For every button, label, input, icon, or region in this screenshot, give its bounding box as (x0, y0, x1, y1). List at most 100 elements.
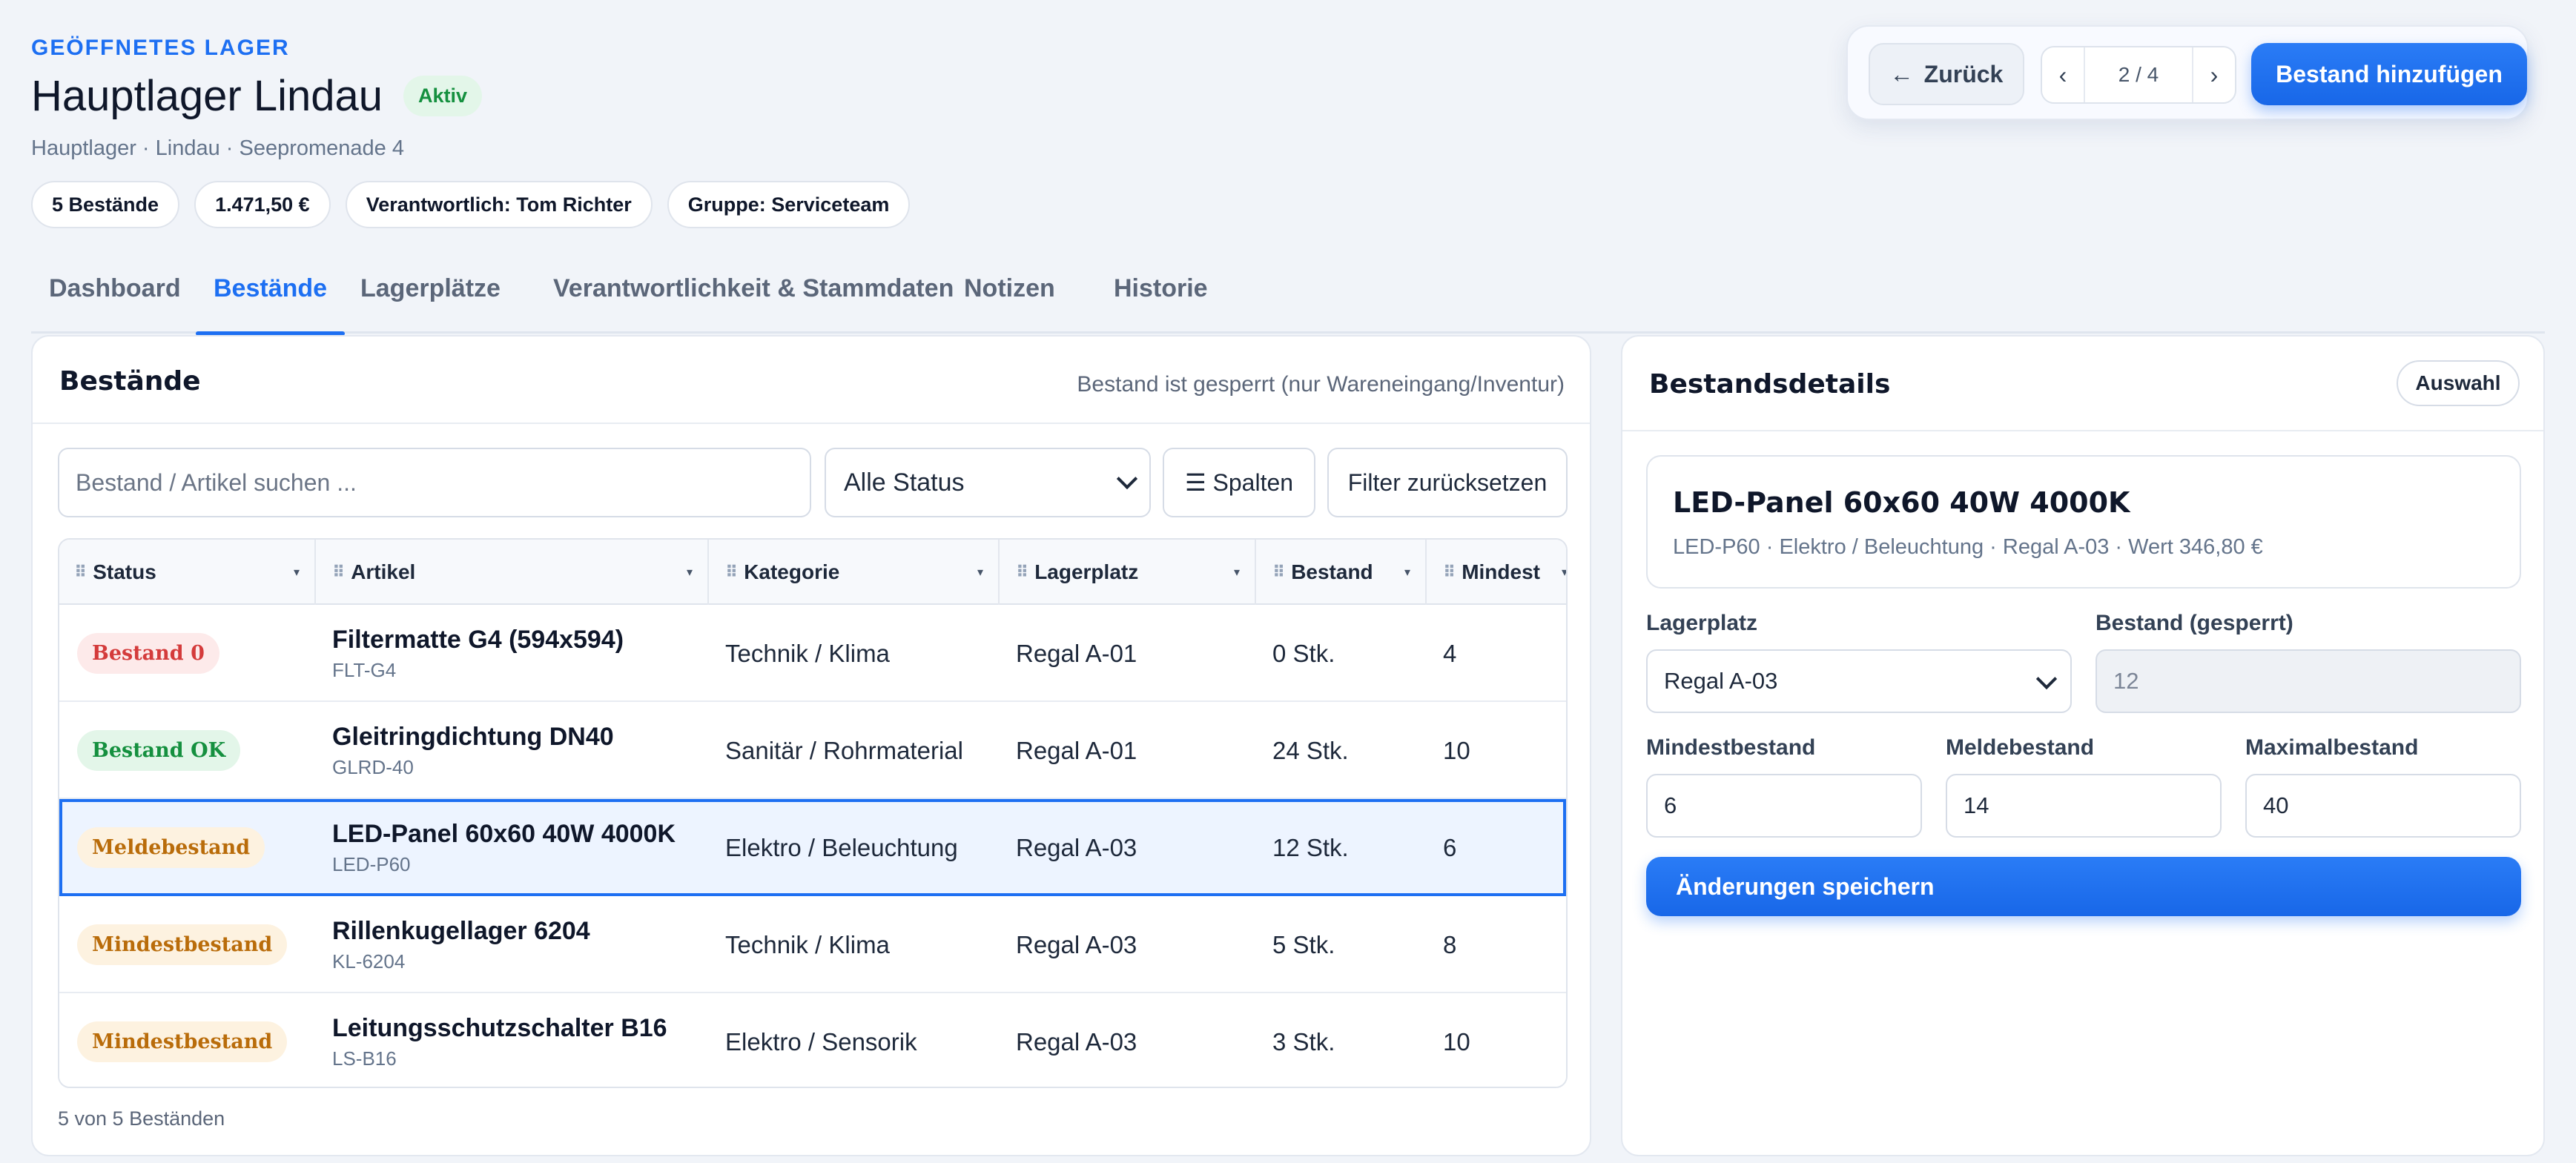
column-header-label: Artikel (351, 560, 416, 583)
stock-locked-label: Bestand (gesperrt) (2096, 611, 2293, 635)
max-stock-input[interactable]: 40 (2245, 774, 2521, 838)
table-row[interactable]: Mindestbestand Leitungsschutzschalter B1… (59, 993, 1566, 1087)
location-select[interactable]: Regal A-03 (1646, 649, 2072, 713)
stock-cell: 3 Stk. (1272, 1027, 1335, 1056)
selected-item-card: LED-Panel 60x60 40W 4000K LED-P60 · Elek… (1646, 455, 2521, 589)
min-cell: 8 (1443, 930, 1457, 958)
stock-cell: 12 Stk. (1272, 833, 1349, 861)
status-pill: Mindestbestand (77, 1021, 288, 1062)
tab-dashboard[interactable]: Dashboard (31, 264, 199, 334)
columns-button[interactable]: ☰ Spalten (1163, 448, 1315, 517)
article-name: Gleitringdichtung DN40 (332, 722, 614, 751)
chip-responsible: Verantwortlich: Tom Richter (345, 181, 653, 228)
drag-handle-icon[interactable]: ⠿ (1016, 563, 1028, 582)
result-count: 5 von 5 Beständen (58, 1107, 225, 1130)
category-cell: Elektro / Beleuchtung (725, 833, 958, 861)
min-cell: 10 (1443, 1027, 1470, 1056)
table-header: ⠿ Status ▾ ⠿ Artikel ▾ ⠿ Kategorie ▾ ⠿ L… (59, 540, 1566, 605)
pager-position: 2 / 4 (2084, 47, 2193, 102)
lock-note: Bestand ist gesperrt (nur Wareneingang/I… (1077, 372, 1565, 397)
sort-caret-icon[interactable]: ▾ (294, 565, 300, 580)
column-header-bestand[interactable]: ⠿ Bestand ▾ (1256, 540, 1427, 605)
table-row-selected[interactable]: Meldebestand LED-Panel 60x60 40W 4000K L… (59, 799, 1566, 896)
status-filter-value: Alle Status (844, 468, 965, 497)
pager-prev-button[interactable]: ‹ (2042, 47, 2084, 102)
record-pager: ‹ 2 / 4 › (2041, 46, 2236, 104)
add-stock-button[interactable]: Bestand hinzufügen (2251, 43, 2527, 105)
pager-next-button[interactable]: › (2193, 47, 2235, 102)
tab-lagerplaetze[interactable]: Lagerplätze (343, 264, 518, 334)
category-cell: Elektro / Sensorik (725, 1027, 917, 1056)
table-row[interactable]: Mindestbestand Rillenkugellager 6204 KL-… (59, 896, 1566, 993)
column-header-artikel[interactable]: ⠿ Artikel ▾ (316, 540, 709, 605)
drag-handle-icon[interactable]: ⠿ (725, 563, 738, 582)
min-cell: 6 (1443, 833, 1457, 861)
article-name: Leitungsschutzschalter B16 (332, 1013, 667, 1042)
column-header-mindest[interactable]: ⠿ Mindest ▾ (1427, 540, 1566, 605)
status-cell: Mindestbestand (77, 993, 288, 1087)
selected-item-title: LED-Panel 60x60 40W 4000K (1673, 486, 2130, 519)
sort-caret-icon[interactable]: ▾ (1562, 565, 1566, 580)
tab-historie[interactable]: Historie (1096, 264, 1226, 334)
table-row[interactable]: Bestand 0 Filtermatte G4 (594x594) FLT-G… (59, 605, 1566, 702)
sort-caret-icon[interactable]: ▾ (1404, 565, 1410, 580)
inventory-table: ⠿ Status ▾ ⠿ Artikel ▾ ⠿ Kategorie ▾ ⠿ L… (58, 538, 1568, 1088)
status-cell: Mindestbestand (77, 896, 288, 993)
article-name: Rillenkugellager 6204 (332, 916, 590, 945)
article-code: LED-P60 (332, 852, 411, 875)
status-pill: Bestand 0 (77, 633, 219, 674)
drag-handle-icon[interactable]: ⠿ (332, 563, 345, 582)
report-stock-input[interactable]: 14 (1946, 774, 2222, 838)
sort-caret-icon[interactable]: ▾ (977, 565, 983, 580)
article-cell: Leitungsschutzschalter B16 LS-B16 (332, 993, 667, 1087)
column-header-label: Status (93, 560, 156, 583)
back-button-label: Zurück (1923, 60, 2004, 87)
tab-bestaende[interactable]: Bestände (196, 264, 346, 336)
inventory-panel-title: Bestände (59, 366, 201, 397)
details-panel: Bestandsdetails Auswahl LED-Panel 60x60 … (1621, 335, 2545, 1156)
tab-notizen[interactable]: Notizen (946, 264, 1073, 334)
category-cell: Technik / Klima (725, 930, 890, 958)
page-subtitle: Hauptlager · Lindau · Seepromenade 4 (31, 136, 404, 160)
back-button[interactable]: ← Zurück (1869, 43, 2024, 105)
min-stock-label: Mindestbestand (1646, 735, 1816, 760)
column-header-label: Mindest (1462, 560, 1540, 583)
sort-caret-icon[interactable]: ▾ (1234, 565, 1240, 580)
title-row: Hauptlager Lindau Aktiv (31, 71, 483, 121)
status-pill: Bestand OK (77, 730, 241, 771)
table-row[interactable]: Bestand OK Gleitringdichtung DN40 GLRD-4… (59, 702, 1566, 799)
drag-handle-icon[interactable]: ⠿ (1443, 563, 1456, 582)
stock-cell: 24 Stk. (1272, 736, 1349, 764)
min-stock-input[interactable]: 6 (1646, 774, 1922, 838)
column-header-lagerplatz[interactable]: ⠿ Lagerplatz ▾ (1000, 540, 1256, 605)
selected-item-meta: LED-P60 · Elektro / Beleuchtung · Regal … (1673, 535, 2263, 559)
location-label: Lagerplatz (1646, 611, 1758, 635)
reset-filters-button[interactable]: Filter zurücksetzen (1327, 448, 1568, 517)
article-cell: Gleitringdichtung DN40 GLRD-40 (332, 702, 614, 799)
location-select-value: Regal A-03 (1664, 668, 1778, 694)
drag-handle-icon[interactable]: ⠿ (1272, 563, 1285, 582)
tab-stammdaten[interactable]: Verantwortlichkeit & Stammdaten (535, 264, 971, 334)
search-input[interactable] (58, 448, 811, 517)
page-title: Hauptlager Lindau (31, 72, 383, 120)
status-cell: Bestand OK (77, 702, 241, 799)
details-panel-header: Bestandsdetails Auswahl (1622, 337, 2543, 431)
selection-button[interactable]: Auswahl (2397, 360, 2520, 406)
column-header-status[interactable]: ⠿ Status ▾ (59, 540, 316, 605)
sort-caret-icon[interactable]: ▾ (687, 565, 693, 580)
article-cell: LED-Panel 60x60 40W 4000K LED-P60 (332, 799, 676, 896)
column-header-kategorie[interactable]: ⠿ Kategorie ▾ (709, 540, 1000, 605)
max-stock-label: Maximalbestand (2245, 735, 2419, 760)
details-panel-title: Bestandsdetails (1649, 369, 1891, 400)
location-cell: Regal A-03 (1016, 833, 1137, 861)
status-filter-select[interactable]: Alle Status (825, 448, 1151, 517)
article-cell: Rillenkugellager 6204 KL-6204 (332, 896, 590, 993)
status-pill: Meldebestand (77, 827, 265, 868)
status-cell: Bestand 0 (77, 605, 219, 702)
save-changes-button[interactable]: Änderungen speichern (1646, 857, 2521, 916)
status-pill: Mindestbestand (77, 924, 288, 965)
drag-handle-icon[interactable]: ⠿ (74, 563, 87, 582)
location-cell: Regal A-01 (1016, 639, 1137, 667)
chevron-down-icon (2035, 668, 2058, 690)
chevron-down-icon (1116, 468, 1138, 490)
